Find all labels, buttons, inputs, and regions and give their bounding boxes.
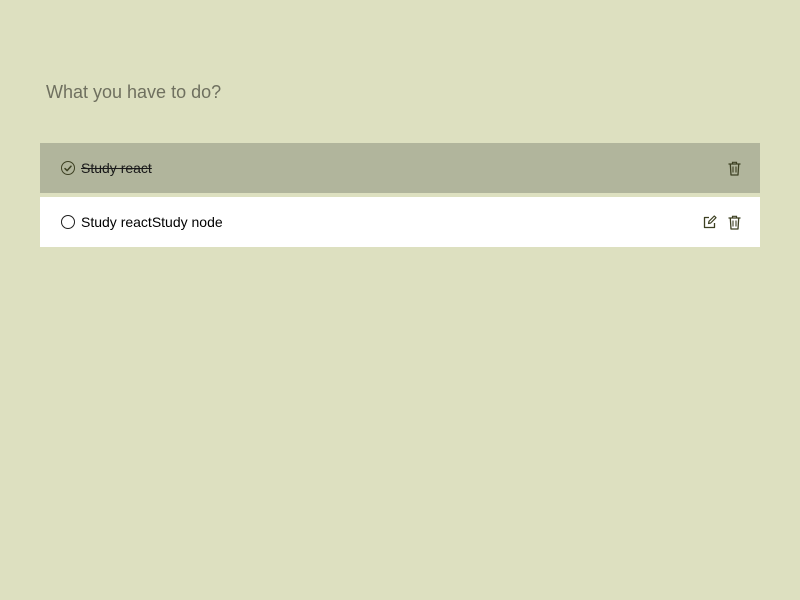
edit-icon[interactable] — [702, 215, 717, 230]
incomplete-circle-icon[interactable] — [61, 215, 75, 229]
new-todo-input[interactable] — [40, 72, 760, 112]
trash-icon[interactable] — [727, 215, 742, 230]
todo-list: Study react Study reactStudy node — [40, 143, 760, 251]
todo-actions — [727, 161, 742, 176]
todo-actions — [702, 215, 742, 230]
todo-item: Study react — [40, 143, 760, 193]
todo-app: Study react Study reactStudy node — [0, 0, 800, 600]
todo-item: Study reactStudy node — [40, 197, 760, 247]
completed-check-icon[interactable] — [61, 161, 75, 175]
todo-label: Study reactStudy node — [81, 214, 223, 230]
trash-icon[interactable] — [727, 161, 742, 176]
todo-label: Study react — [81, 160, 152, 176]
